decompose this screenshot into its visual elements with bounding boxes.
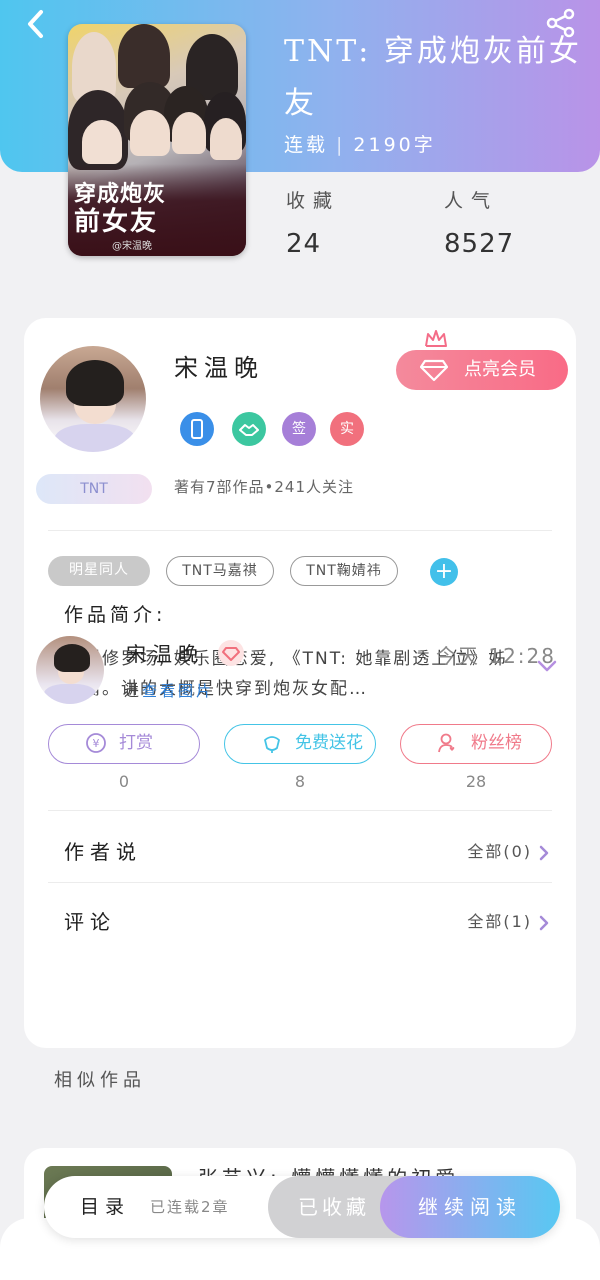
chevron-left-icon[interactable] (18, 6, 54, 42)
cover-figure (172, 112, 206, 154)
cover-figure (210, 118, 242, 160)
fan-ranking-button[interactable]: 粉丝榜 (400, 724, 552, 764)
commenter-name: 宋温晚 (126, 642, 204, 666)
crown-icon (425, 330, 447, 347)
avatar-body (44, 684, 96, 704)
hot-badge-icon: 实 (330, 412, 364, 446)
send-flower-button[interactable]: 免费送花 (224, 724, 376, 764)
avatar-hair (66, 360, 124, 406)
tag-item[interactable]: TNT马嘉祺 (166, 556, 274, 586)
author-avatar[interactable] (40, 346, 146, 452)
bottom-action-bar: 目录 已连载2章 已收藏 继续阅读 (44, 1176, 560, 1238)
tip-count: 0 (118, 772, 130, 791)
add-tag-button[interactable]: + (430, 558, 458, 586)
comments-all-link[interactable]: 全部(1) (467, 908, 550, 932)
chevron-right-icon (539, 915, 549, 930)
stat-value: 8527 (444, 229, 515, 259)
book-status: 连载 | 2190字 (284, 134, 436, 156)
yen-coin-icon: ¥ (86, 733, 106, 753)
comment-time: 今天 12:28 (436, 644, 556, 668)
word-count: 2190字 (353, 134, 436, 156)
author-says-all-label: 全部(0) (467, 842, 532, 861)
cover-figure (118, 24, 170, 88)
divider (48, 882, 552, 883)
divider (48, 810, 552, 811)
avatar-hair (54, 644, 90, 672)
divider (48, 530, 552, 531)
cover-figure (82, 120, 122, 164)
intro-title: 作品简介: (64, 604, 167, 626)
handshake-badge-icon (232, 412, 266, 446)
stat-favorites: 收藏 24 (286, 186, 340, 259)
fan-count: 28 (465, 772, 487, 791)
stat-label: 人气 (444, 190, 499, 212)
vip-upgrade-button[interactable]: 点亮会员 (396, 350, 568, 390)
toc-button[interactable]: 目录 (80, 1192, 130, 1219)
avatar-body (54, 424, 136, 452)
tag-item[interactable]: TNT鞠婧祎 (290, 556, 398, 586)
serial-status: 连载 (284, 134, 329, 156)
comment-text: 进查看图片 (124, 680, 214, 701)
continue-reading-button[interactable]: 继续阅读 (380, 1176, 560, 1238)
stat-value: 24 (286, 229, 322, 259)
chevron-right-icon (539, 845, 549, 860)
tip-button[interactable]: ¥ 打赏 (48, 724, 200, 764)
book-title: TNT: 穿成炮灰前女友 (284, 34, 582, 121)
author-says-all-link[interactable]: 全部(0) (467, 838, 550, 862)
cover-author: @宋温晚 (112, 241, 152, 252)
author-name[interactable]: 宋温晚 (174, 348, 264, 383)
view-image-link[interactable]: 查看图片 (142, 682, 214, 700)
svg-text:¥: ¥ (93, 737, 100, 750)
fan-ranking-label: 粉丝榜 (471, 733, 522, 753)
sign-badge-icon: 签 (282, 412, 316, 446)
similar-works-title: 相似作品 (54, 1070, 146, 1091)
fan-user-icon (438, 733, 455, 753)
send-flower-label: 免费送花 (295, 733, 363, 753)
cover-title-line2: 前女友 (74, 207, 159, 237)
comments-title: 评论 (64, 910, 116, 934)
stat-label: 收藏 (286, 190, 341, 212)
commenter-avatar[interactable] (36, 636, 104, 704)
tip-label: 打赏 (119, 733, 153, 753)
comments-all-label: 全部(1) (467, 912, 532, 931)
phone-badge-icon (180, 412, 214, 446)
tag-item[interactable]: 明星同人 (48, 556, 150, 586)
cover-figure (130, 110, 170, 156)
flower-icon (264, 736, 280, 753)
flower-count: 8 (294, 772, 306, 791)
comment-prefix: 进 (124, 682, 143, 700)
book-cover[interactable]: 穿成炮灰 前女友 @宋温晚 (68, 24, 246, 256)
author-info-card: TNT 宋温晚 点亮会员 签 实 著有7部作品•241人关注 明星同人 TNT马… (24, 318, 576, 1048)
author-fan-tag: TNT (36, 474, 152, 504)
stat-popularity: 人气 8527 (444, 186, 514, 259)
author-says-title: 作者说 (64, 840, 142, 864)
author-meta: 著有7部作品•241人关注 (174, 478, 355, 496)
diamond-icon (420, 359, 448, 382)
vip-label: 点亮会员 (464, 359, 536, 380)
chapter-count: 已连载2章 (150, 1198, 230, 1216)
diamond-icon (218, 640, 244, 666)
